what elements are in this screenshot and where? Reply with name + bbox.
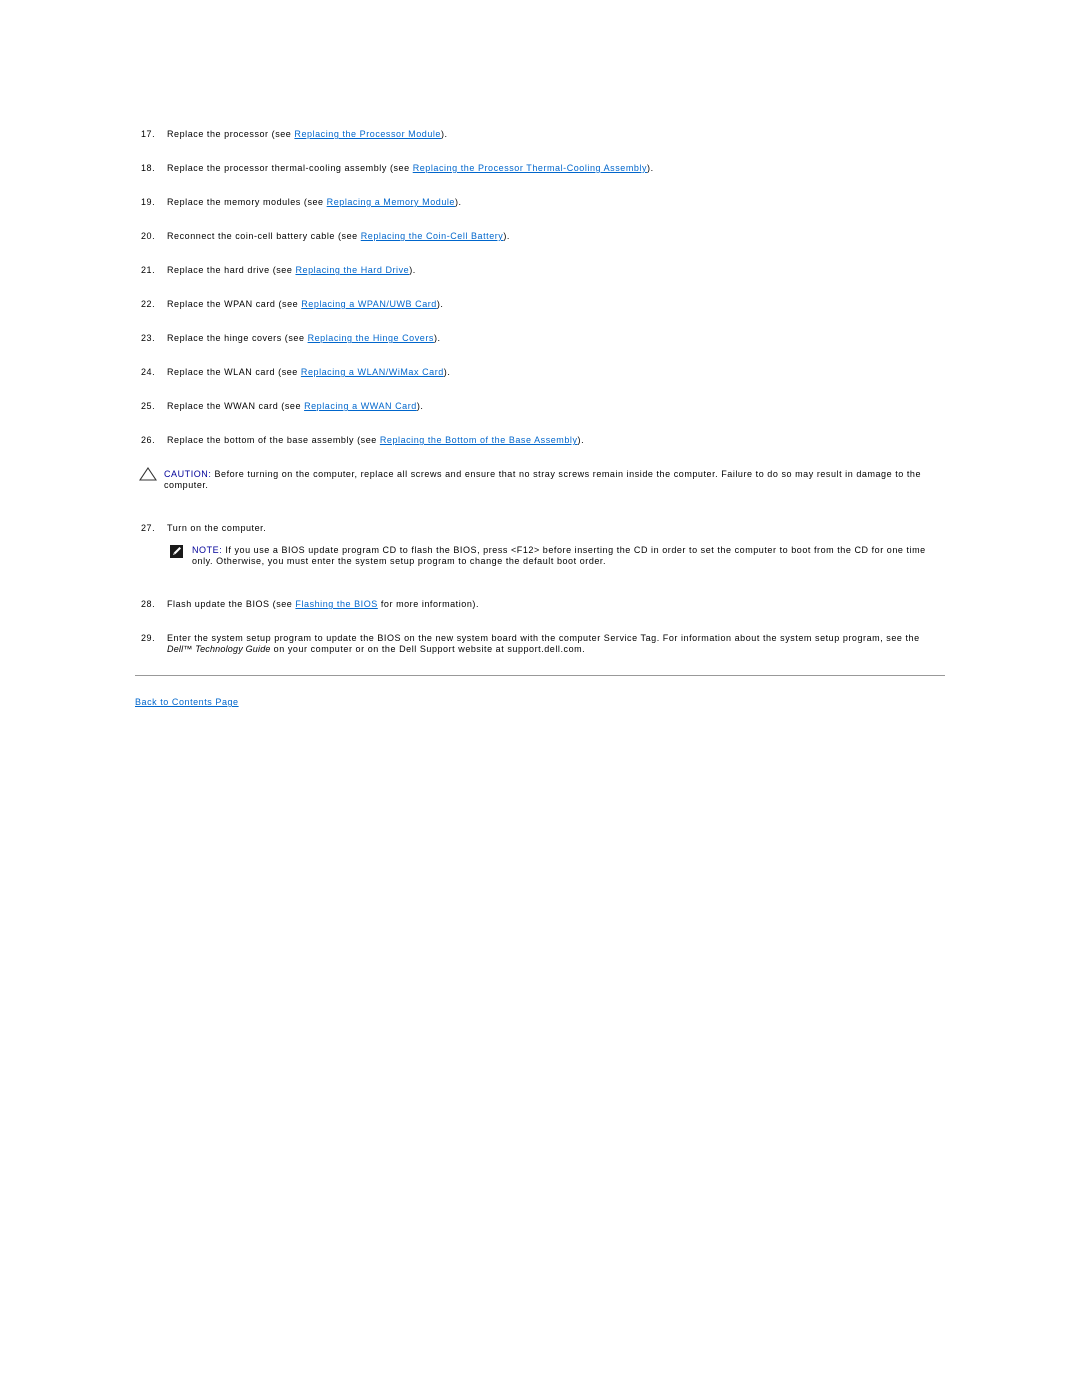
step-text: Replace the memory modules (see: [167, 197, 327, 207]
step-text-end: ).: [436, 299, 444, 309]
step-text: Enter the system setup program to update…: [167, 633, 920, 643]
step-text: Replace the bottom of the base assembly …: [167, 435, 380, 445]
cross-reference-link[interactable]: Replacing the Hard Drive: [295, 265, 409, 275]
step-text: Turn on the computer.: [167, 523, 267, 533]
cross-reference-link[interactable]: Replacing a WWAN Card: [304, 401, 417, 411]
list-item: 19. Replace the memory modules (see Repl…: [135, 197, 945, 208]
step-text: Replace the processor (see: [167, 129, 295, 139]
step-number: 28.: [141, 599, 156, 609]
step-text-end: ).: [647, 163, 654, 173]
step-text: Replace the WLAN card (see: [167, 367, 301, 377]
steps-list: 17. Replace the processor (see Replacing…: [135, 129, 945, 446]
cross-reference-link[interactable]: Replacing the Bottom of the Base Assembl…: [380, 435, 578, 445]
step-number: 21.: [141, 265, 156, 275]
step-number: 27.: [141, 523, 156, 533]
list-item: 29. Enter the system setup program to up…: [135, 633, 945, 655]
list-item: 28. Flash update the BIOS (see Flashing …: [135, 599, 945, 610]
step-text-end: ).: [441, 129, 448, 139]
footer-divider: [135, 675, 945, 676]
cross-reference-link[interactable]: Replacing the Coin-Cell Battery: [361, 231, 504, 241]
step-number: 29.: [141, 633, 156, 643]
step-number: 18.: [141, 163, 156, 173]
step-text-end: ).: [503, 231, 510, 241]
step-text: Reconnect the coin-cell battery cable (s…: [167, 231, 361, 241]
list-item: 22. Replace the WPAN card (see Replacing…: [135, 299, 945, 310]
step-text: Replace the hinge covers (see: [167, 333, 308, 343]
cross-reference-link[interactable]: Replacing a WPAN/UWB Card: [301, 299, 437, 309]
cross-reference-link[interactable]: Replacing the Hinge Covers: [308, 333, 434, 343]
list-item: 18. Replace the processor thermal-coolin…: [135, 163, 945, 174]
technology-guide-title: Dell™ Technology Guide: [167, 644, 271, 654]
note-pencil-icon: [170, 545, 183, 558]
list-item: 25. Replace the WWAN card (see Replacing…: [135, 401, 945, 412]
caution-notice: CAUTION: Before turning on the computer,…: [135, 467, 945, 491]
list-item: 26. Replace the bottom of the base assem…: [135, 435, 945, 446]
cross-reference-link[interactable]: Replacing a Memory Module: [327, 197, 455, 207]
list-item: 24. Replace the WLAN card (see Replacing…: [135, 367, 945, 378]
step-text: Flash update the BIOS (see: [167, 599, 296, 609]
list-item: 20. Reconnect the coin-cell battery cabl…: [135, 231, 945, 242]
list-item: 27. Turn on the computer.: [135, 523, 945, 534]
step-number: 22.: [141, 299, 156, 309]
step-number: 25.: [141, 401, 156, 411]
note-label: NOTE:: [192, 545, 223, 555]
list-item: 23. Replace the hinge covers (see Replac…: [135, 333, 945, 344]
note-notice: NOTE: If you use a BIOS update program C…: [135, 545, 945, 567]
step-text: Replace the WWAN card (see: [167, 401, 305, 411]
list-item: 17. Replace the processor (see Replacing…: [135, 129, 945, 140]
step-text-end: ).: [454, 197, 462, 207]
step-text-end: ).: [409, 265, 416, 275]
caution-text: Before turning on the computer, replace …: [164, 469, 922, 490]
step-number: 24.: [141, 367, 156, 377]
cross-reference-link[interactable]: Replacing the Processor Module: [294, 129, 441, 139]
step-text-end: ).: [443, 367, 451, 377]
step-text: Replace the processor thermal-cooling as…: [167, 163, 413, 173]
flashing-bios-link[interactable]: Flashing the BIOS: [295, 599, 377, 609]
cross-reference-link[interactable]: Replacing a WLAN/WiMax Card: [301, 367, 444, 377]
step-text-end: ).: [433, 333, 441, 343]
caution-triangle-icon: [139, 467, 157, 481]
step-text-end: on your computer or on the Dell Support …: [270, 644, 586, 654]
step-number: 23.: [141, 333, 156, 343]
list-item: 21. Replace the hard drive (see Replacin…: [135, 265, 945, 276]
step-number: 17.: [141, 129, 156, 139]
document-content: 17. Replace the processor (see Replacing…: [135, 129, 945, 708]
note-text: If you use a BIOS update program CD to f…: [192, 545, 926, 566]
step-text-end: for more information).: [377, 599, 479, 609]
step-text: Replace the WPAN card (see: [167, 299, 302, 309]
caution-label: CAUTION:: [164, 469, 212, 479]
step-number: 26.: [141, 435, 156, 445]
back-to-contents-link[interactable]: Back to Contents Page: [135, 697, 239, 708]
step-number: 20.: [141, 231, 156, 241]
step-text-end: ).: [416, 401, 424, 411]
cross-reference-link[interactable]: Replacing the Processor Thermal-Cooling …: [413, 163, 647, 173]
step-text-end: ).: [577, 435, 585, 445]
step-number: 19.: [141, 197, 156, 207]
step-text: Replace the hard drive (see: [167, 265, 296, 275]
